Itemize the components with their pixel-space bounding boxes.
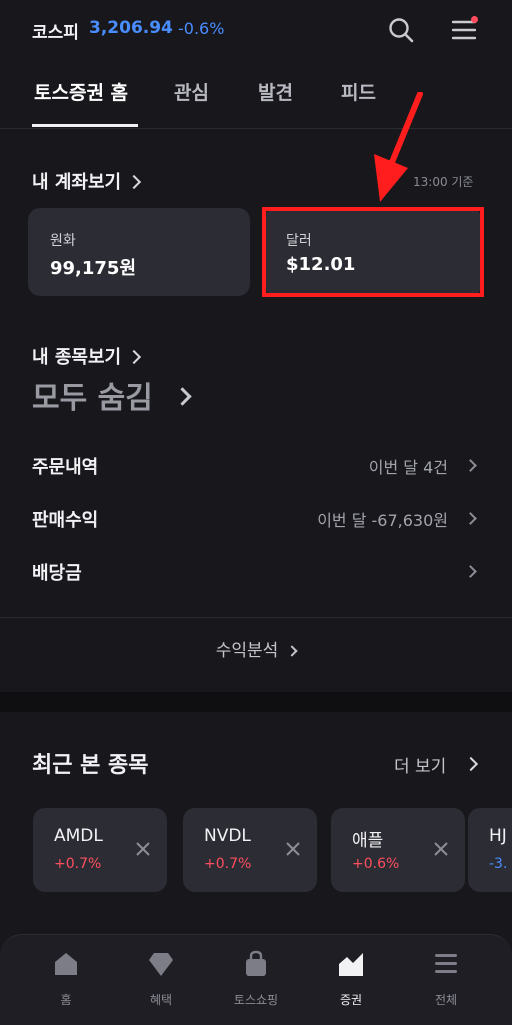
- stock-change: -3.: [489, 856, 508, 872]
- row-value: 이번 달 4건: [368, 458, 448, 477]
- chevron-right-icon[interactable]: [463, 756, 479, 772]
- index-change[interactable]: -0.6%: [178, 19, 224, 38]
- chevron-right-icon: [464, 565, 477, 578]
- menu-icon: [435, 954, 457, 973]
- account-view-label: 내 계좌보기: [32, 172, 122, 193]
- highlight-box: [262, 207, 484, 297]
- stock-name: AMDL: [54, 826, 103, 846]
- close-icon[interactable]: [285, 841, 301, 857]
- stock-change: +0.6%: [352, 856, 400, 872]
- krw-value: 99,175원: [50, 258, 137, 279]
- section-separator: [0, 692, 512, 712]
- active-tab-indicator: [32, 124, 138, 127]
- sales-profit-row[interactable]: 판매수익 이번 달 -67,630원: [0, 498, 512, 538]
- nav-label: 혜택: [149, 993, 173, 1007]
- profit-analysis-link[interactable]: 수익분석: [0, 636, 512, 661]
- stock-change: +0.7%: [54, 856, 102, 872]
- index-name[interactable]: 코스피: [32, 18, 79, 43]
- top-bar: 코스피 3,206.94 -0.6%: [0, 0, 512, 62]
- recent-stocks-title: 최근 본 종목: [32, 753, 149, 778]
- nav-securities[interactable]: 증권: [306, 949, 396, 1008]
- nav-benefits[interactable]: 혜택: [116, 949, 206, 1008]
- recent-stock-card[interactable]: 애플 +0.6%: [331, 808, 465, 892]
- diamond-icon: [149, 953, 173, 976]
- stock-name: 애플: [352, 831, 384, 851]
- krw-balance-card[interactable]: 원화 99,175원: [28, 208, 250, 296]
- search-icon[interactable]: [387, 16, 415, 44]
- row-label: 배당금: [32, 563, 82, 584]
- nav-toss-shopping[interactable]: 토스쇼핑: [211, 949, 301, 1008]
- app-screen: 코스피 3,206.94 -0.6% 토스증권 홈 관심 발견 피드 내 계좌보…: [0, 0, 512, 1025]
- tab-toss-securities-home[interactable]: 토스증권 홈: [34, 78, 128, 105]
- order-history-row[interactable]: 주문내역 이번 달 4건: [0, 445, 512, 485]
- recent-stock-card[interactable]: AMDL +0.7%: [33, 808, 167, 892]
- dividend-row[interactable]: 배당금: [0, 551, 512, 591]
- shopping-bag-icon: [246, 950, 266, 976]
- chevron-right-icon: [286, 645, 298, 657]
- chevron-right-icon: [464, 512, 477, 525]
- nav-all[interactable]: 전체: [401, 949, 491, 1008]
- chart-icon: [339, 953, 363, 976]
- close-icon[interactable]: [433, 841, 449, 857]
- more-link[interactable]: 더 보기: [394, 752, 446, 777]
- hidden-holdings-toggle[interactable]: 모두 숨김: [32, 373, 153, 417]
- krw-label: 원화: [50, 233, 76, 249]
- holdings-view-label: 내 종목보기: [32, 347, 122, 368]
- nav-home[interactable]: 홈: [21, 949, 111, 1008]
- home-icon: [55, 953, 77, 975]
- tab-watchlist[interactable]: 관심: [174, 78, 209, 105]
- stock-name: NVDL: [204, 826, 251, 846]
- stock-change: +0.7%: [204, 856, 252, 872]
- profit-analysis-label: 수익분석: [215, 641, 279, 661]
- chevron-right-icon: [173, 387, 192, 406]
- account-view-link[interactable]: 내 계좌보기: [32, 168, 142, 194]
- row-label: 판매수익: [32, 510, 99, 531]
- recent-stock-card[interactable]: NVDL +0.7%: [183, 808, 317, 892]
- row-label: 주문내역: [32, 457, 99, 478]
- nav-label: 토스쇼핑: [233, 993, 279, 1007]
- stock-name: HJ: [489, 826, 507, 846]
- chevron-right-icon: [127, 349, 142, 365]
- divider: [0, 617, 512, 618]
- red-arrow-annotation: [374, 92, 423, 202]
- close-icon[interactable]: [135, 841, 151, 857]
- tab-discover[interactable]: 발견: [258, 78, 293, 105]
- row-value: 이번 달 -67,630원: [317, 511, 448, 530]
- top-tabs: 토스증권 홈 관심 발견 피드: [0, 62, 512, 129]
- recent-stock-card[interactable]: HJ -3.: [468, 808, 512, 892]
- bottom-navigation: 홈 혜택 토스쇼핑 증권 전체: [0, 934, 512, 1025]
- nav-label: 증권: [339, 993, 363, 1007]
- nav-label: 전체: [434, 993, 458, 1007]
- chevron-right-icon: [464, 459, 477, 472]
- chevron-right-icon: [127, 174, 142, 190]
- index-value[interactable]: 3,206.94: [89, 18, 173, 38]
- holdings-view-link[interactable]: 내 종목보기: [32, 343, 142, 369]
- nav-label: 홈: [60, 993, 72, 1007]
- notification-dot: [471, 16, 478, 23]
